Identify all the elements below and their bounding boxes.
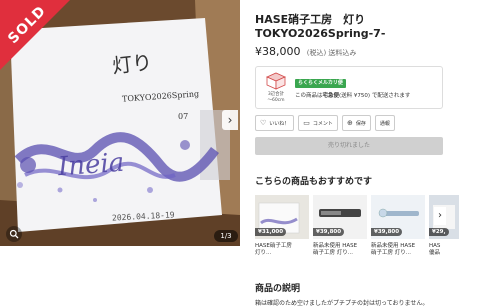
recommend-item[interactable]: ¥39,800 新品未使用 HASE 硝子工房 灯り... bbox=[371, 195, 425, 257]
recommend-price: ¥31,000 bbox=[255, 228, 287, 236]
recommend-next-button[interactable]: › bbox=[434, 207, 446, 225]
bookmark-icon: ⊕ bbox=[346, 118, 353, 127]
shipping-text-prefix: この商品は bbox=[295, 93, 323, 99]
recommend-list: ¥31,000 HASE硝子工房 灯り... ¥39,800 新品未使用 HAS… bbox=[255, 195, 480, 265]
price-row: ¥38,000 (税込) 送料込み bbox=[255, 45, 356, 58]
zoom-button[interactable] bbox=[6, 226, 22, 242]
recommend-thumbnail: ¥39,800 bbox=[313, 195, 367, 239]
product-title: HASE硝子工房 灯りTOKYO2026Spring-7- bbox=[255, 13, 386, 40]
zoom-icon bbox=[9, 229, 19, 239]
report-button[interactable]: 通報 bbox=[374, 115, 395, 131]
package-icon bbox=[266, 72, 286, 90]
recommend-thumbnail: ¥31,000 bbox=[255, 195, 309, 239]
shipping-text: この商品は宅急便(送料 ¥750) で配送されます bbox=[295, 91, 410, 99]
heart-icon: ♡ bbox=[260, 118, 267, 127]
product-detail-panel: HASE硝子工房 灯りTOKYO2026Spring-7- ¥38,000 (税… bbox=[255, 0, 480, 308]
recommend-price: ¥29, bbox=[429, 228, 449, 236]
report-label: 通報 bbox=[379, 120, 390, 127]
comment-label: コメント bbox=[312, 120, 333, 127]
action-bar: ♡ いいね！ ▭ コメント ⊕ 保存 通報 bbox=[255, 115, 395, 131]
photo-handwriting-1: 灯り bbox=[111, 49, 154, 79]
like-label: いいね！ bbox=[269, 120, 290, 127]
save-label: 保存 bbox=[355, 120, 366, 127]
chevron-right-icon: › bbox=[227, 113, 233, 127]
recommend-name: HASE硝子工房 灯り... bbox=[255, 243, 292, 256]
sold-ribbon: SOLD bbox=[0, 0, 70, 70]
recommend-name: 新品未使用 HASE 硝子工房 灯り... bbox=[313, 243, 358, 256]
comment-button[interactable]: ▭ コメント bbox=[298, 115, 338, 131]
recommend-item[interactable]: ¥31,000 HASE硝子工房 灯り... bbox=[255, 195, 309, 257]
photo-signature: Ineia bbox=[57, 147, 126, 183]
chevron-right-icon: › bbox=[438, 210, 442, 221]
recommend-name: 新品未使用 HASE 硝子工房 灯り... bbox=[371, 243, 416, 256]
comment-icon: ▭ bbox=[303, 118, 310, 127]
photo-handwriting-3: 07 bbox=[178, 112, 189, 121]
recommend-price: ¥39,800 bbox=[313, 228, 345, 236]
recommend-title: こちらの商品もおすすめです bbox=[255, 177, 373, 187]
recommend-name: HAS 優品 bbox=[429, 243, 441, 256]
shipping-badge: らくらくメルカリ便 bbox=[295, 79, 346, 88]
recommend-item[interactable]: ¥29, HAS 優品 bbox=[429, 195, 459, 257]
description-title: 商品の説明 bbox=[255, 284, 301, 294]
product-image[interactable]: 灯り TOKYO2026Spring 07 Ineia 2026.04.18-1… bbox=[0, 0, 240, 246]
shipping-size: 3辺合計 ～60cm bbox=[267, 92, 285, 103]
shipping-text-suffix: (送料 ¥750) で配送されます bbox=[339, 93, 411, 99]
shipping-info: 3辺合計 ～60cm らくらくメルカリ便 この商品は宅急便(送料 ¥750) で… bbox=[255, 66, 443, 109]
price-note: (税込) 送料込み bbox=[306, 49, 357, 57]
save-button[interactable]: ⊕ 保存 bbox=[341, 115, 371, 131]
shipping-method: 宅急便 bbox=[322, 93, 340, 99]
image-counter: 1/3 bbox=[214, 230, 238, 242]
description-text: 箱は確認のため空けましたがプチプチの封は切っておりません。 bbox=[255, 300, 429, 307]
like-button[interactable]: ♡ いいね！ bbox=[255, 115, 295, 131]
recommend-price: ¥39,800 bbox=[371, 228, 403, 236]
recommend-item[interactable]: ¥39,800 新品未使用 HASE 硝子工房 灯り... bbox=[313, 195, 367, 257]
product-price: ¥38,000 bbox=[255, 45, 301, 58]
sold-out-button[interactable]: 売り切れました bbox=[255, 137, 443, 155]
recommend-thumbnail: ¥39,800 bbox=[371, 195, 425, 239]
image-next-button[interactable]: › bbox=[222, 110, 238, 130]
